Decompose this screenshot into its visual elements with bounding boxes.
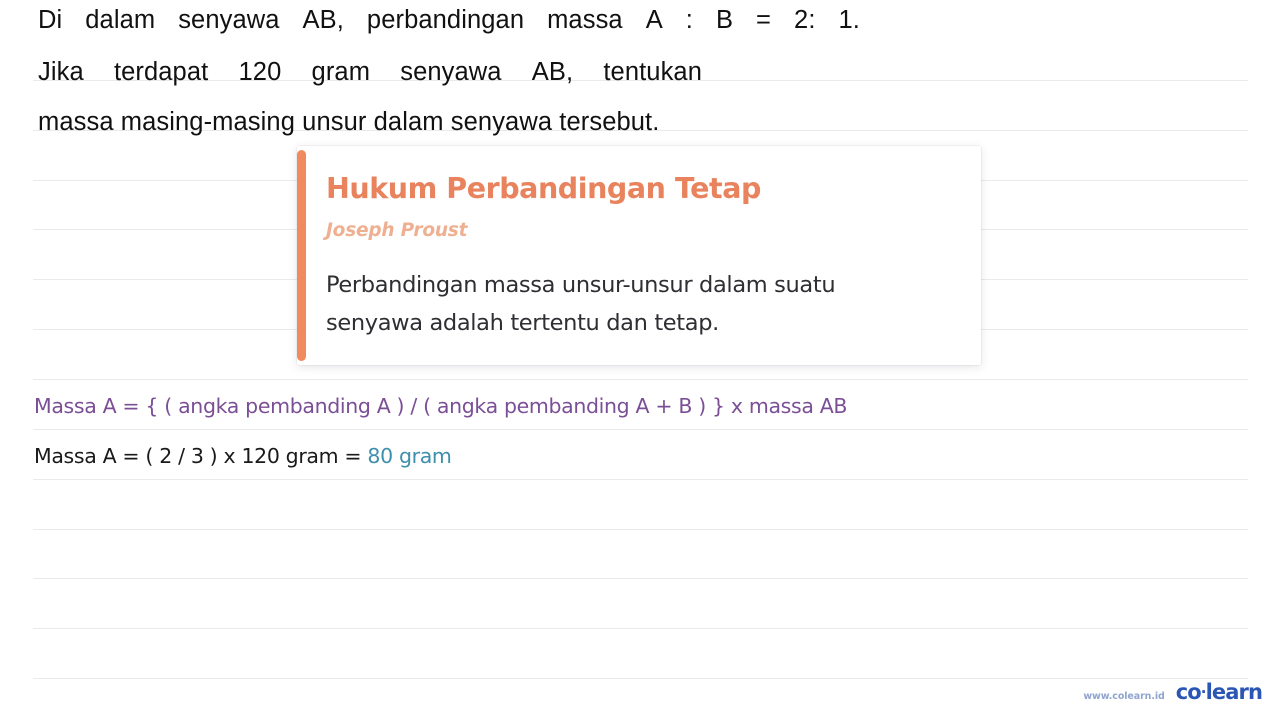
card-body-text: Perbandingan massa unsur-unsur dalam sua… (326, 266, 956, 342)
question-word: 2: (794, 6, 816, 34)
logo-text-right: learn (1205, 680, 1263, 704)
question-line-1: Di dalam senyawa AB, perbandingan massa … (38, 5, 860, 35)
question-word: Di (38, 6, 63, 34)
solution-formula-line: Massa A = { ( angka pembanding A ) / ( a… (34, 394, 848, 418)
logo-text-left: co (1175, 680, 1202, 704)
question-word: senyawa (178, 6, 280, 34)
question-line-2: Jika terdapat 120 gram senyawa AB, tentu… (38, 57, 702, 87)
question-word: AB, (302, 6, 344, 34)
ruled-line (33, 678, 1248, 679)
question-word: terdapat (113, 58, 209, 86)
ruled-line (33, 479, 1248, 480)
question-word: senyawa (400, 58, 502, 86)
card-content: Hukum Perbandingan Tetap Joseph Proust P… (326, 146, 969, 365)
ruled-line (33, 628, 1248, 629)
card-body-line-2: senyawa adalah tertentu dan tetap. (326, 310, 719, 336)
solution-result-line: Massa A = ( 2 / 3 ) x 120 gram = 80 gram (34, 444, 452, 468)
concept-card: Hukum Perbandingan Tetap Joseph Proust P… (297, 146, 981, 365)
solution-final-answer: 80 gram (367, 444, 452, 468)
card-title: Hukum Perbandingan Tetap (326, 172, 761, 205)
question-word: 1. (838, 6, 860, 34)
question-word: AB, (531, 58, 574, 86)
question-word: A (645, 6, 663, 34)
card-subtitle-author: Joseph Proust (326, 220, 468, 241)
question-word: B (715, 6, 734, 34)
ruled-line (33, 429, 1248, 430)
question-word: : (685, 6, 693, 34)
card-body-line-1: Perbandingan massa unsur-unsur dalam sua… (326, 272, 836, 298)
question-word: Jika (38, 58, 84, 86)
question-word: dalam (85, 6, 156, 34)
ruled-line (33, 578, 1248, 579)
question-word: perbandingan (366, 6, 525, 34)
question-word: tentukan (603, 58, 702, 86)
card-accent-bar (297, 150, 306, 361)
question-word: gram (311, 58, 371, 86)
worksheet-page: Di dalam senyawa AB, perbandingan massa … (0, 0, 1280, 720)
question-word: 120 (238, 58, 282, 86)
solution-result-prefix: Massa A = ( 2 / 3 ) x 120 gram = (34, 444, 368, 468)
colearn-logo: co·learn (1175, 680, 1263, 704)
watermark: www.colearn.id co·learn (1083, 680, 1263, 704)
ruled-line (33, 529, 1248, 530)
question-word: = (756, 6, 772, 34)
ruled-line (33, 379, 1248, 380)
question-word: massa (547, 6, 623, 34)
question-line-3: massa masing-masing unsur dalam senyawa … (38, 108, 660, 136)
watermark-url: www.colearn.id (1083, 691, 1165, 702)
